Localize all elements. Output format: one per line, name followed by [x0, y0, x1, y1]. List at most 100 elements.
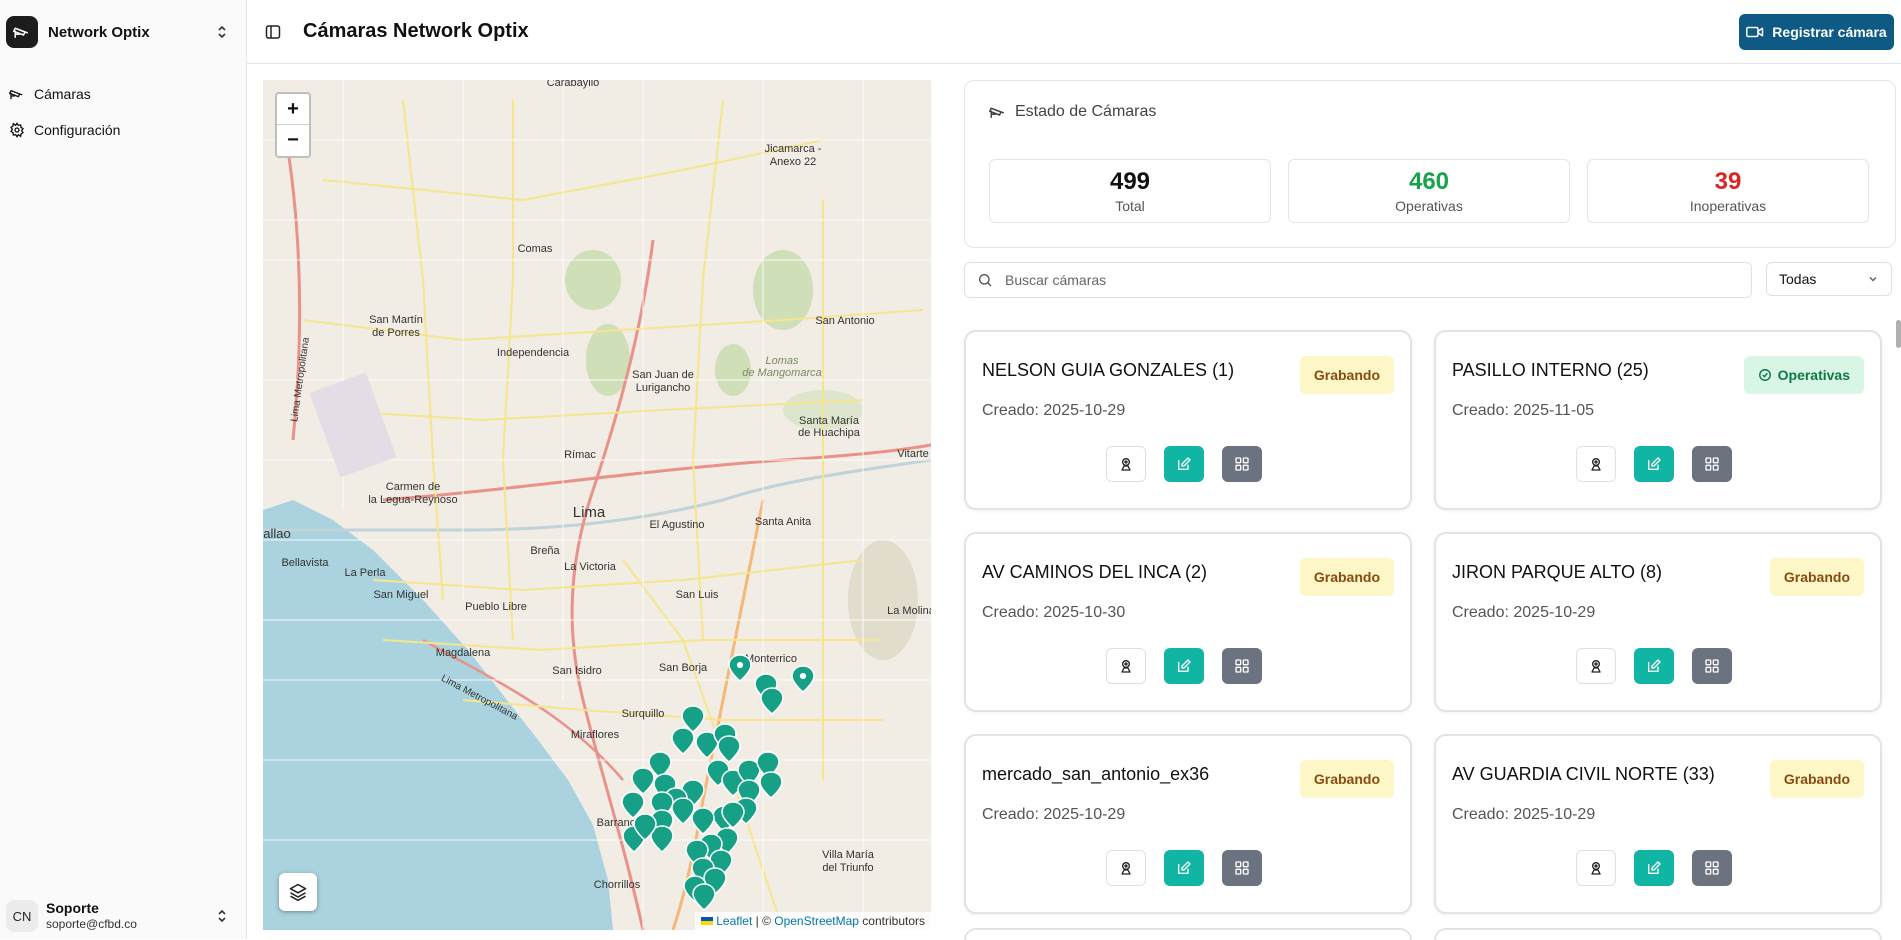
- cctv-icon: [1591, 458, 1601, 471]
- layers-icon: [289, 883, 307, 902]
- grid-icon: [1705, 457, 1719, 471]
- view-camera-button[interactable]: [1106, 446, 1146, 482]
- check-circle-icon: [1758, 369, 1771, 381]
- grid-view-button[interactable]: [1222, 648, 1262, 684]
- status-badge: Operativas: [1743, 356, 1864, 394]
- camera-card-partial[interactable]: [1434, 928, 1882, 940]
- camera-created-date: Creado: 2025-10-29: [982, 806, 1126, 823]
- cctv-icon: [1121, 458, 1131, 471]
- avatar: CN: [6, 900, 38, 932]
- sidebar: Network Optix Cámaras Configuración CN S…: [0, 0, 247, 939]
- stat-inoperative-label: Inoperativas: [1689, 198, 1767, 214]
- view-camera-button[interactable]: [1576, 850, 1616, 886]
- svg-text:La Perla: La Perla: [345, 567, 387, 579]
- user-name: Soporte: [46, 900, 99, 916]
- svg-text:Pueblo Libre: Pueblo Libre: [465, 601, 527, 613]
- camera-card[interactable]: AV CAMINOS DEL INCA (2) Creado: 2025-10-…: [964, 532, 1412, 712]
- grid-view-button[interactable]: [1692, 446, 1732, 482]
- svg-text:La Victoria: La Victoria: [564, 561, 617, 573]
- gear-icon: [8, 121, 26, 139]
- attribution-separator: | ©: [752, 914, 775, 928]
- edit-icon: [1178, 659, 1191, 672]
- sidebar-toggle-icon[interactable]: [263, 22, 283, 42]
- status-filter-select[interactable]: Todas: [1766, 262, 1892, 296]
- map-attribution: Leaflet | © OpenStreetMap contributors: [695, 912, 931, 930]
- camera-created-date: Creado: 2025-10-29: [1452, 806, 1596, 823]
- grid-view-button[interactable]: [1692, 850, 1732, 886]
- edit-icon: [1178, 861, 1191, 874]
- svg-text:Independencia: Independencia: [497, 347, 570, 359]
- svg-text:Monterrico: Monterrico: [745, 653, 797, 665]
- sidebar-item-label: Cámaras: [34, 86, 91, 102]
- leaflet-link[interactable]: Leaflet: [716, 914, 752, 928]
- edit-camera-button[interactable]: [1634, 648, 1674, 684]
- cctv-icon: [8, 85, 26, 103]
- zoom-in-button[interactable]: +: [277, 94, 309, 125]
- cctv-icon: [1121, 862, 1131, 875]
- ukraine-flag-icon: [701, 917, 714, 925]
- sidebar-item-camaras[interactable]: Cámaras: [0, 76, 246, 112]
- edit-camera-button[interactable]: [1634, 446, 1674, 482]
- camera-card[interactable]: NELSON GUIA GONZALES (1) Creado: 2025-10…: [964, 330, 1412, 510]
- stat-total-value: 499: [1109, 168, 1151, 195]
- edit-camera-button[interactable]: [1164, 850, 1204, 886]
- grid-view-button[interactable]: [1692, 648, 1732, 684]
- svg-text:Lima: Lima: [573, 504, 606, 521]
- camera-name: AV GUARDIA CIVIL NORTE (33): [1452, 764, 1715, 784]
- user-menu[interactable]: CN Soporte soporte@cfbd.co: [6, 896, 238, 936]
- view-camera-button[interactable]: [1106, 850, 1146, 886]
- camera-map[interactable]: Carabayllo Comas San Martín de Porres Ind…: [263, 80, 931, 930]
- cctv-logo-icon: [6, 16, 38, 48]
- view-camera-button[interactable]: [1576, 446, 1616, 482]
- status-badge: Grabando: [1299, 760, 1394, 798]
- cctv-icon: [1591, 862, 1601, 875]
- svg-text:Santa María: Santa María: [799, 415, 860, 427]
- edit-camera-button[interactable]: [1164, 446, 1204, 482]
- svg-text:Anexo 22: Anexo 22: [770, 156, 816, 168]
- register-camera-label: Registrar cámara: [1772, 24, 1887, 40]
- svg-text:Rímac: Rímac: [564, 449, 596, 461]
- camera-card[interactable]: PASILLO INTERNO (25) Creado: 2025-11-05 …: [1434, 330, 1882, 510]
- camera-card-partial[interactable]: [964, 928, 1412, 940]
- camera-name: NELSON GUIA GONZALES (1): [982, 360, 1235, 380]
- cctv-icon: [1591, 660, 1601, 673]
- svg-text:del Triunfo: del Triunfo: [822, 862, 873, 874]
- svg-text:Bellavista: Bellavista: [281, 557, 329, 569]
- camera-card[interactable]: JIRON PARQUE ALTO (8) Creado: 2025-10-29…: [1434, 532, 1882, 712]
- brand-name: Network Optix: [48, 23, 150, 41]
- edit-camera-button[interactable]: [1634, 850, 1674, 886]
- svg-text:Lomas: Lomas: [765, 355, 799, 367]
- user-info: Soporte soporte@cfbd.co: [46, 900, 214, 932]
- osm-link[interactable]: OpenStreetMap: [774, 914, 859, 928]
- svg-text:Chorrillos: Chorrillos: [594, 879, 641, 891]
- layers-button[interactable]: [279, 873, 317, 911]
- map-tiles: Carabayllo Comas San Martínde Porres Ind…: [263, 80, 931, 930]
- camera-name: AV CAMINOS DEL INCA (2): [982, 562, 1208, 582]
- zoom-out-button[interactable]: −: [277, 125, 309, 155]
- scrollbar-thumb[interactable]: [1896, 320, 1901, 348]
- edit-camera-button[interactable]: [1164, 648, 1204, 684]
- view-camera-button[interactable]: [1106, 648, 1146, 684]
- search-input[interactable]: [1003, 271, 1727, 289]
- status-badge-label: Operativas: [1777, 367, 1850, 383]
- zoom-control: + −: [275, 92, 311, 158]
- top-header: Cámaras Network Optix Registrar cámara: [247, 0, 1901, 64]
- camera-created-date: Creado: 2025-11-05: [1452, 402, 1595, 419]
- camera-card[interactable]: AV GUARDIA CIVIL NORTE (33) Creado: 2025…: [1434, 734, 1882, 914]
- svg-text:Carmen de: Carmen de: [386, 481, 440, 493]
- view-camera-button[interactable]: [1576, 648, 1616, 684]
- sidebar-item-configuracion[interactable]: Configuración: [0, 112, 246, 148]
- grid-view-button[interactable]: [1222, 446, 1262, 482]
- svg-text:San Miguel: San Miguel: [373, 589, 428, 601]
- svg-text:San Juan de: San Juan de: [632, 369, 694, 381]
- register-camera-button[interactable]: Registrar cámara: [1739, 14, 1894, 50]
- grid-icon: [1235, 659, 1249, 673]
- camera-card[interactable]: mercado_san_antonio_ex36 Creado: 2025-10…: [964, 734, 1412, 914]
- svg-text:Miraflores: Miraflores: [571, 729, 620, 741]
- grid-view-button[interactable]: [1222, 850, 1262, 886]
- svg-text:de Huachipa: de Huachipa: [798, 427, 861, 439]
- status-badge-label: Grabando: [1313, 569, 1380, 585]
- org-switcher[interactable]: Network Optix: [6, 14, 238, 50]
- video-camera-icon: [1746, 26, 1764, 38]
- svg-text:La Molina: La Molina: [887, 605, 931, 617]
